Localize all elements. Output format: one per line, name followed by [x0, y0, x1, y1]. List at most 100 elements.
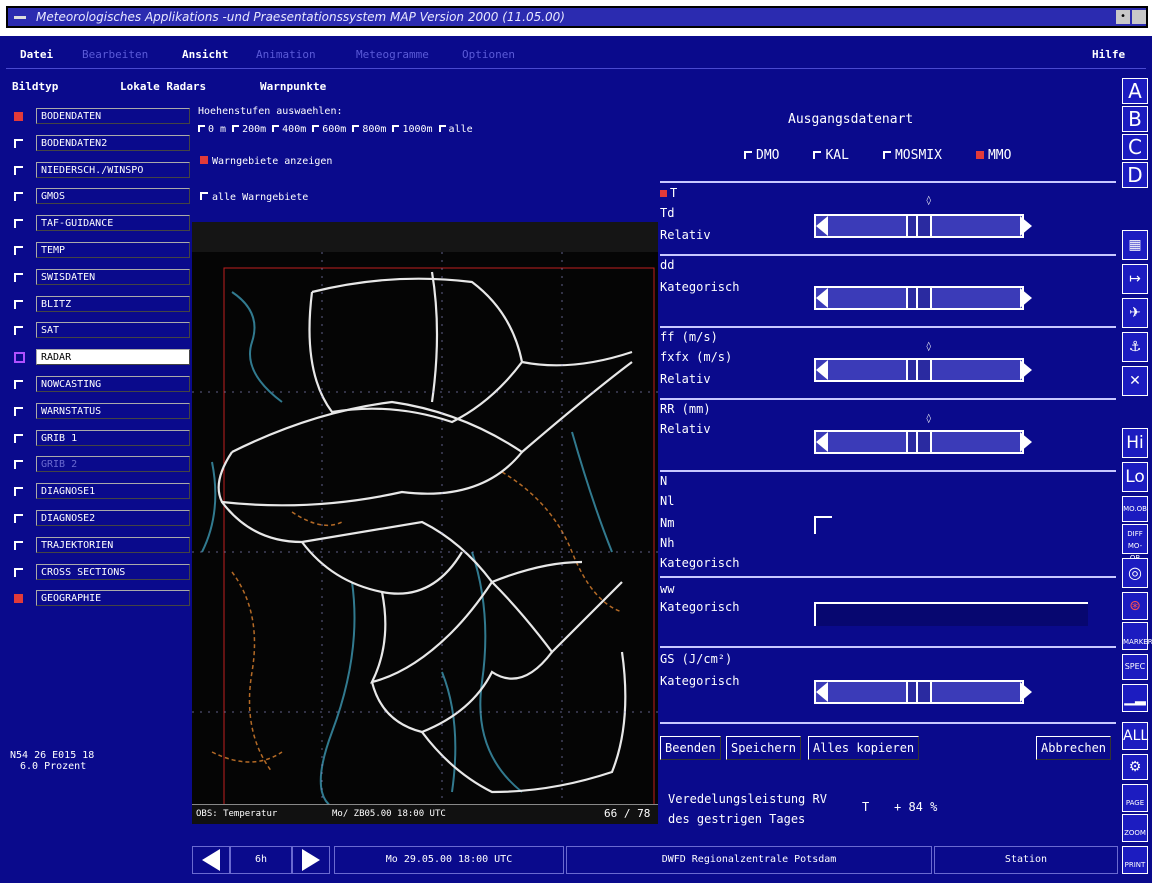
tool-hi[interactable]: Hi: [1122, 428, 1148, 458]
layer-checkbox[interactable]: [14, 487, 23, 497]
height-option[interactable]: 800m: [352, 124, 386, 135]
ff-label[interactable]: ff (m/s): [660, 330, 718, 344]
layer-label[interactable]: NOWCASTING: [36, 376, 190, 392]
menu-datei[interactable]: Datei: [20, 48, 53, 61]
layer-checkbox[interactable]: [14, 460, 23, 470]
station-button[interactable]: Station: [934, 846, 1118, 874]
layer-label[interactable]: CROSS SECTIONS: [36, 563, 190, 580]
menu-bearbeiten[interactable]: Bearbeiten: [82, 48, 148, 61]
layer-label[interactable]: NIEDERSCH./WINSPO: [36, 161, 190, 178]
source-option[interactable]: KAL: [813, 148, 849, 163]
layer-checkbox[interactable]: [14, 567, 23, 577]
tool-page[interactable]: PAGE: [1122, 784, 1148, 812]
layer-label[interactable]: GRIB 2: [36, 456, 190, 473]
layer-checkbox[interactable]: [14, 138, 23, 148]
menu-meteogramme[interactable]: Meteogramme: [356, 48, 429, 61]
tool-marker[interactable]: MARKER: [1122, 622, 1152, 650]
tool-mo-ob[interactable]: MO.OB: [1122, 496, 1148, 522]
map-view[interactable]: OBS: Temperatur Mo/ ZB05.00 18:00 UTC 66…: [192, 252, 658, 824]
tool-all[interactable]: ALL: [1122, 722, 1148, 750]
warngebiete-checkbox[interactable]: [200, 156, 208, 164]
grid-icon[interactable]: ▦: [1122, 230, 1148, 260]
nh-label[interactable]: Nh: [660, 536, 674, 550]
layer-checkbox[interactable]: [14, 380, 23, 389]
tool-spec[interactable]: SPEC: [1122, 654, 1148, 680]
layer-checkbox[interactable]: [14, 406, 23, 416]
layer-label[interactable]: BODENDATEN2: [36, 134, 190, 151]
height-option[interactable]: 0 m: [198, 124, 226, 135]
layer-label[interactable]: DIAGNOSE2: [36, 510, 190, 526]
settings-icon[interactable]: ⚙: [1122, 754, 1148, 780]
layer-label[interactable]: DIAGNOSE1: [36, 483, 190, 500]
tool-b[interactable]: B: [1122, 106, 1148, 132]
height-checkbox[interactable]: [232, 125, 240, 132]
menu-hilfe[interactable]: Hilfe: [1092, 48, 1125, 61]
layer-label[interactable]: GEOGRAPHIE: [36, 590, 190, 607]
airplane-icon[interactable]: ✈: [1122, 298, 1148, 328]
prev-button[interactable]: [192, 846, 230, 874]
height-option[interactable]: 200m: [232, 124, 266, 135]
rr-label[interactable]: RR (mm): [660, 402, 711, 416]
tool-d[interactable]: D: [1122, 162, 1148, 188]
height-checkbox[interactable]: [198, 125, 205, 132]
layer-label[interactable]: SWISDATEN: [36, 268, 190, 285]
close-icon[interactable]: ✕: [1122, 366, 1148, 396]
target-icon[interactable]: ◎: [1122, 558, 1148, 588]
abbrechen-button[interactable]: Abbrechen: [1036, 736, 1112, 760]
height-option[interactable]: 400m: [272, 124, 306, 135]
orbit-icon[interactable]: ⊛: [1122, 592, 1148, 620]
warngebiete-row[interactable]: Warngebiete anzeigen: [200, 156, 332, 167]
source-option[interactable]: DMO: [744, 148, 779, 163]
source-option[interactable]: MMO: [975, 148, 1011, 163]
layer-label[interactable]: GMOS: [36, 188, 190, 205]
layer-checkbox[interactable]: [14, 540, 23, 550]
height-option[interactable]: alle: [438, 124, 473, 135]
arrow-right-icon[interactable]: ↦: [1122, 264, 1148, 294]
layer-checkbox[interactable]: [14, 165, 23, 175]
source-option[interactable]: MOSMIX: [882, 148, 942, 163]
layer-label[interactable]: WARNSTATUS: [36, 402, 190, 419]
height-checkbox[interactable]: [352, 125, 360, 132]
layer-checkbox[interactable]: [14, 272, 23, 282]
source-checkbox[interactable]: [975, 151, 984, 159]
dd-slider[interactable]: [814, 280, 1032, 316]
n-label[interactable]: N: [660, 474, 667, 488]
gs-label[interactable]: GS (J/cm²): [660, 652, 732, 666]
height-checkbox[interactable]: [438, 125, 446, 132]
layer-checkbox[interactable]: [14, 192, 23, 202]
height-option[interactable]: 1000m: [392, 124, 433, 135]
source-checkbox[interactable]: [744, 151, 752, 159]
n-checkbox[interactable]: [814, 516, 832, 534]
tool-diff[interactable]: DIFF MO-OB: [1122, 524, 1148, 562]
maximize-button[interactable]: [1132, 10, 1146, 24]
layer-checkbox[interactable]: [14, 352, 25, 364]
td-label[interactable]: Td: [660, 206, 674, 220]
tool-lo[interactable]: Lo: [1122, 462, 1148, 492]
warnpunkte-button[interactable]: Warnpunkte: [260, 80, 326, 93]
tool-a[interactable]: A: [1122, 78, 1148, 104]
height-checkbox[interactable]: [272, 125, 280, 132]
layer-checkbox[interactable]: [14, 433, 23, 443]
tool-zoom[interactable]: ZOOM: [1122, 814, 1148, 842]
nm-label[interactable]: Nm: [660, 516, 674, 530]
alle-warngebiete-checkbox[interactable]: [200, 192, 208, 200]
ww-label[interactable]: ww: [660, 582, 674, 596]
layer-label[interactable]: TAF-GUIDANCE: [36, 215, 190, 232]
menu-animation[interactable]: Animation: [256, 48, 316, 61]
layer-label[interactable]: BLITZ: [36, 295, 190, 312]
fxfx-label[interactable]: fxfx (m/s): [660, 350, 732, 364]
rr-slider[interactable]: [814, 424, 1032, 460]
layer-label[interactable]: BODENDATEN: [36, 108, 190, 124]
source-checkbox[interactable]: [882, 151, 891, 159]
bildtyp-button[interactable]: Bildtyp: [12, 80, 58, 93]
tool-print[interactable]: PRINT: [1122, 846, 1148, 874]
layer-checkbox[interactable]: [14, 326, 23, 336]
height-option[interactable]: 600m: [312, 124, 346, 135]
layer-label[interactable]: RADAR: [36, 349, 190, 366]
beenden-button[interactable]: Beenden: [660, 736, 721, 760]
t-checkbox[interactable]: [660, 190, 667, 197]
layer-label[interactable]: TRAJEKTORIEN: [36, 536, 190, 553]
layer-checkbox[interactable]: [14, 299, 23, 309]
dd-label[interactable]: dd: [660, 258, 674, 272]
layer-label[interactable]: SAT: [36, 322, 190, 339]
